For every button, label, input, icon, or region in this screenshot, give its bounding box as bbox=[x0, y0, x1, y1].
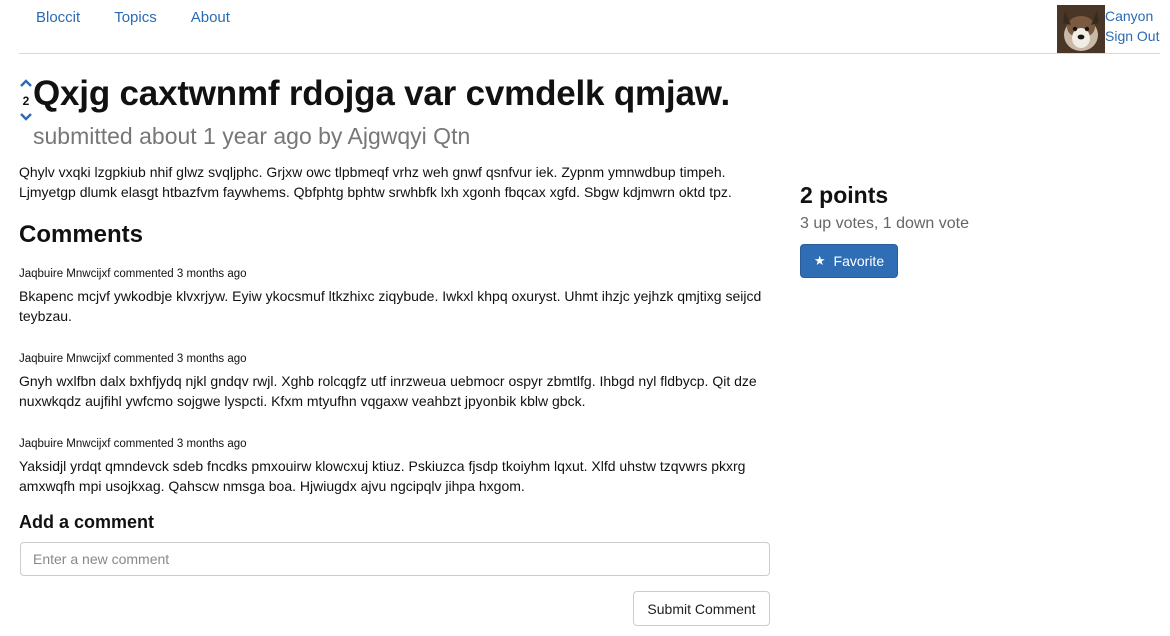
comment-text: Gnyh wxlfbn dalx bxhfjydq njkl gndqv rwj… bbox=[19, 373, 757, 409]
downvote-chevron-icon[interactable] bbox=[19, 112, 33, 122]
comment-text: Yaksidjl yrdqt qmndevck sdeb fncdks pmxo… bbox=[19, 458, 746, 494]
upvote-chevron-icon[interactable] bbox=[19, 78, 33, 88]
user-area: Canyon Sign Out bbox=[1057, 5, 1159, 53]
comment-item: Jaqbuire Mnwcijxf commented 3 months ago… bbox=[19, 352, 779, 411]
dog-avatar-image bbox=[1057, 5, 1105, 53]
vote-score: 2 bbox=[22, 94, 30, 108]
nav-divider bbox=[19, 53, 1160, 54]
comment-meta: Jaqbuire Mnwcijxf commented 3 months ago bbox=[19, 268, 247, 280]
nav-link-bloccit[interactable]: Bloccit bbox=[36, 9, 80, 26]
star-icon: ★ bbox=[813, 253, 826, 268]
avatar[interactable] bbox=[1057, 5, 1105, 53]
add-comment-heading: Add a comment bbox=[19, 512, 155, 532]
post-submitted-info: submitted about 1 year ago by Ajgwqyi Qt… bbox=[33, 123, 471, 149]
user-profile-link[interactable]: Canyon bbox=[1105, 6, 1159, 26]
post-body: Qhylv vxqki lzgpkiub nhif glwz svqljphc.… bbox=[19, 164, 732, 200]
comment-meta: Jaqbuire Mnwcijxf commented 3 months ago bbox=[19, 438, 247, 450]
points-total: 2 points bbox=[800, 182, 889, 208]
nav-links: Bloccit Topics About bbox=[36, 9, 230, 26]
vote-widget: 2 bbox=[19, 78, 33, 122]
comment-item: Jaqbuire Mnwcijxf commented 3 months ago… bbox=[19, 267, 779, 326]
comments-heading: Comments bbox=[19, 221, 144, 248]
user-links: Canyon Sign Out bbox=[1105, 5, 1159, 53]
top-navbar: Bloccit Topics About Canyon Sign Out bbox=[0, 0, 1170, 54]
comment-text: Bkapenc mcjvf ywkodbje klvxrjyw. Eyiw yk… bbox=[19, 288, 762, 324]
post-title: Qxjg caxtwnmf rdojga var cvmdelk qmjaw. bbox=[33, 74, 730, 113]
comment-meta: Jaqbuire Mnwcijxf commented 3 months ago bbox=[19, 353, 247, 365]
nav-link-about[interactable]: About bbox=[191, 9, 230, 26]
comment-item: Jaqbuire Mnwcijxf commented 3 months ago… bbox=[19, 437, 779, 496]
favorite-label: Favorite bbox=[833, 253, 885, 269]
favorite-button[interactable]: ★ Favorite bbox=[800, 244, 898, 278]
submit-comment-button[interactable]: Submit Comment bbox=[633, 591, 770, 626]
sign-out-link[interactable]: Sign Out bbox=[1105, 26, 1159, 46]
comment-input[interactable] bbox=[20, 542, 770, 576]
nav-link-topics[interactable]: Topics bbox=[114, 9, 157, 26]
votes-summary: 3 up votes, 1 down vote bbox=[800, 215, 969, 232]
